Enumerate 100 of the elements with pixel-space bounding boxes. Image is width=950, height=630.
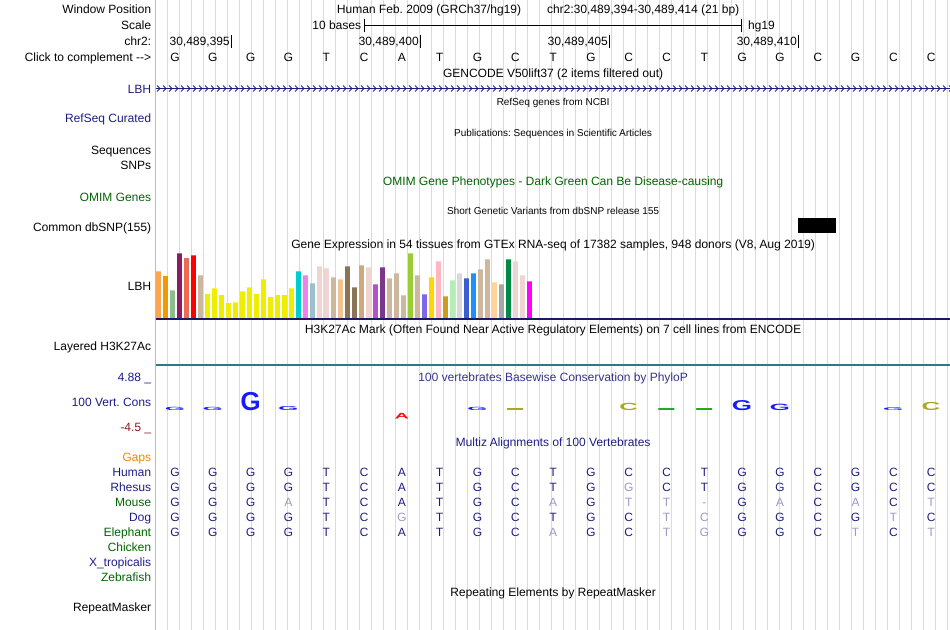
expression-bar[interactable] — [282, 295, 287, 318]
expression-bar[interactable] — [289, 288, 294, 318]
sequence-base[interactable]: C — [813, 50, 822, 64]
expression-bar[interactable] — [191, 255, 196, 318]
expression-bar[interactable] — [331, 277, 336, 318]
expression-bar[interactable] — [345, 266, 350, 318]
expression-bar[interactable] — [415, 275, 420, 318]
sequence-base[interactable]: T — [436, 50, 444, 64]
track-label[interactable]: RefSeq Curated — [64, 111, 151, 125]
track-label[interactable]: Layered H3K27Ac — [54, 339, 151, 353]
expression-bar[interactable] — [261, 279, 266, 318]
expression-bar[interactable] — [408, 253, 413, 318]
sequence-base[interactable]: G — [850, 50, 860, 64]
expression-bar[interactable] — [366, 267, 371, 318]
expression-bar[interactable] — [247, 287, 252, 318]
sequence-base[interactable]: G — [246, 50, 256, 64]
sequence-base[interactable]: A — [398, 50, 406, 64]
expression-bar[interactable] — [506, 259, 511, 318]
alignment-base: G — [170, 480, 180, 494]
expression-bar[interactable] — [156, 271, 161, 318]
expression-bar[interactable] — [219, 295, 224, 318]
track-title: Gene Expression in 54 tissues from GTEx RNA-seq of 17382 samples, 948 donors (V8, Aug 2019) — [291, 236, 815, 250]
expression-bar[interactable] — [268, 297, 273, 318]
sequence-base[interactable]: G — [284, 50, 293, 64]
species-label[interactable]: Elephant — [104, 524, 151, 538]
expression-bar[interactable] — [254, 294, 259, 318]
expression-bar[interactable] — [317, 266, 322, 318]
track-label[interactable]: 100 Vert. Cons — [72, 395, 151, 409]
alignment-base: G — [170, 464, 180, 478]
sequence-base[interactable]: C — [926, 50, 936, 64]
expression-bar[interactable] — [436, 261, 441, 318]
species-label[interactable]: Human — [112, 464, 151, 478]
expression-bar[interactable] — [380, 267, 385, 318]
species-label[interactable]: Mouse — [114, 494, 151, 508]
expression-bar[interactable] — [338, 279, 343, 318]
expression-bar[interactable] — [373, 284, 378, 318]
sequence-base[interactable]: C — [888, 50, 898, 64]
expression-bar[interactable] — [485, 259, 490, 318]
expression-bar[interactable] — [296, 271, 301, 318]
expression-bar[interactable] — [464, 278, 469, 318]
sequence-base[interactable]: C — [624, 50, 633, 64]
expression-bar[interactable] — [513, 261, 518, 318]
track-label[interactable]: OMIM Genes — [80, 190, 151, 204]
sequence-base[interactable]: C — [662, 50, 671, 64]
expression-bar[interactable] — [401, 295, 406, 318]
species-label[interactable]: X_tropicalis — [88, 554, 151, 568]
expression-bar[interactable] — [184, 258, 189, 318]
expression-bar[interactable] — [233, 302, 238, 318]
expression-bar[interactable] — [394, 273, 399, 318]
track-label[interactable]: LBH — [128, 82, 151, 96]
expression-bar[interactable] — [352, 287, 357, 318]
sequence-base[interactable]: T — [549, 50, 557, 64]
expression-bar[interactable] — [492, 282, 497, 318]
expression-bar[interactable] — [205, 294, 210, 318]
expression-bar[interactable] — [527, 281, 532, 318]
alignment-base: T — [549, 480, 557, 494]
variant-feature[interactable] — [798, 218, 836, 233]
gene-feature[interactable] — [156, 85, 950, 92]
sequence-base[interactable]: C — [510, 50, 520, 64]
species-label[interactable]: Zebrafish — [100, 570, 151, 584]
expression-bar[interactable] — [198, 275, 203, 318]
species-label[interactable]: Dog — [128, 510, 151, 524]
expression-bar[interactable] — [310, 283, 315, 318]
track-label[interactable]: LBH — [128, 279, 151, 293]
sequence-base[interactable]: G — [472, 50, 482, 64]
sequence-base[interactable]: G — [737, 50, 747, 64]
expression-bar[interactable] — [499, 284, 504, 318]
expression-bar[interactable] — [275, 295, 280, 318]
sequence-base[interactable]: G — [170, 50, 180, 64]
coordinate-label: 30,489,410 — [736, 34, 797, 48]
expression-bar[interactable] — [478, 269, 483, 318]
expression-bar[interactable] — [226, 303, 231, 318]
expression-bar[interactable] — [387, 278, 392, 318]
expression-bar[interactable] — [471, 273, 476, 318]
sequence-base[interactable]: G — [586, 50, 596, 64]
track-label[interactable]: Common dbSNP(155) — [32, 220, 151, 234]
expression-bar[interactable] — [429, 277, 434, 318]
expression-bar[interactable] — [240, 291, 245, 318]
expression-bar[interactable] — [359, 265, 364, 318]
track-label[interactable]: RepeatMasker — [72, 600, 151, 614]
expression-bar[interactable] — [324, 268, 329, 318]
expression-bar[interactable] — [450, 280, 455, 318]
track-label[interactable]: Sequences — [90, 142, 151, 156]
expression-bar[interactable] — [303, 275, 308, 318]
species-label[interactable]: Rhesus — [110, 480, 151, 494]
species-label[interactable]: Chicken — [108, 540, 151, 554]
expression-bar[interactable] — [170, 290, 175, 318]
expression-bar[interactable] — [520, 275, 525, 318]
expression-bar[interactable] — [177, 253, 182, 318]
expression-bar[interactable] — [212, 288, 217, 318]
expression-bar[interactable] — [443, 296, 448, 318]
sequence-base[interactable]: T — [700, 50, 708, 64]
sequence-base[interactable]: G — [208, 50, 218, 64]
expression-bar[interactable] — [422, 294, 427, 318]
sequence-base[interactable]: C — [360, 50, 368, 64]
expression-bar[interactable] — [163, 276, 168, 318]
track-label[interactable]: SNPs — [120, 158, 151, 172]
sequence-base[interactable]: T — [322, 50, 330, 64]
expression-bar[interactable] — [457, 273, 462, 318]
sequence-base[interactable]: G — [775, 50, 785, 64]
